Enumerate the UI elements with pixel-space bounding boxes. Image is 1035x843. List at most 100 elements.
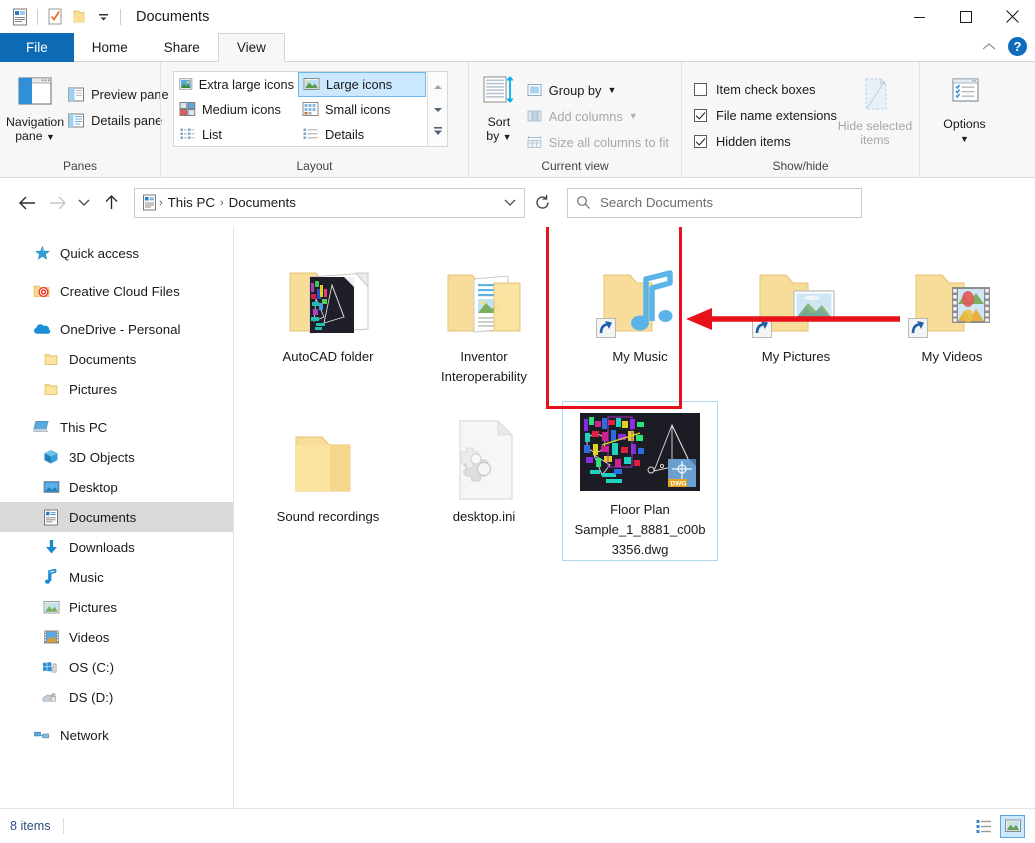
main-area: Quick access Creative Cloud Files OneDri… <box>0 227 1035 808</box>
tab-view[interactable]: View <box>217 33 285 62</box>
file-item-inventor-interoperability[interactable]: Inventor Interoperability <box>406 241 562 401</box>
address-input[interactable]: › This PC › Documents <box>134 187 525 218</box>
ribbon-tabs: File Home Share View <box>0 33 1035 62</box>
sidebar-item-onedrive-pictures[interactable]: Pictures <box>0 374 233 404</box>
file-name-extensions-label: File name extensions <box>716 107 837 123</box>
view-details[interactable]: Details <box>298 122 426 147</box>
view-medium-icons[interactable]: Medium icons <box>175 97 298 122</box>
sidebar-item-documents[interactable]: Documents <box>0 502 233 532</box>
maximize-button[interactable] <box>943 0 989 33</box>
file-name-extensions-checkbox[interactable] <box>694 108 707 122</box>
address-dropdown-icon[interactable] <box>504 194 520 212</box>
sidebar-item-os-c[interactable]: OS (C:) <box>0 652 233 682</box>
group-by-button[interactable]: Group by ▼ <box>523 77 675 103</box>
customize-qat-dropdown[interactable] <box>91 5 115 29</box>
3d-objects-icon <box>42 448 60 466</box>
options-label: Options ▼ <box>943 117 986 144</box>
sort-by-icon <box>483 76 514 103</box>
large-icons-view-button[interactable] <box>1000 814 1025 838</box>
tab-share[interactable]: Share <box>146 33 218 62</box>
documents-icon <box>42 508 60 526</box>
sidebar-item-3d-objects[interactable]: 3D Objects <box>0 442 233 472</box>
collapse-ribbon-button[interactable] <box>982 38 996 56</box>
properties-icon[interactable] <box>43 5 67 29</box>
sidebar-item-ds-d[interactable]: DS (D:) <box>0 682 233 712</box>
breadcrumb-documents[interactable]: Documents <box>226 195 299 210</box>
desktop-icon <box>42 478 60 496</box>
sort-by-button[interactable]: Sort by ▼ <box>475 69 523 144</box>
help-button[interactable]: ? <box>1008 37 1027 56</box>
file-item-floor-plan-dwg[interactable]: DWG Floor Plan Sample_1_8881_c00b3356.dw… <box>562 401 718 561</box>
details-view-button[interactable] <box>971 815 996 838</box>
details-pane-button[interactable]: Details pane <box>64 107 175 133</box>
hide-selected-items-label: Hide selected items <box>837 119 913 147</box>
size-all-columns-button[interactable]: Size all columns to fit <box>523 129 675 155</box>
add-columns-icon <box>527 110 542 122</box>
view-large-icons[interactable]: Large icons <box>298 71 426 97</box>
view-toggle-buttons <box>971 814 1025 838</box>
gallery-scroll-up-button[interactable] <box>433 77 443 95</box>
sidebar-item-this-pc[interactable]: This PC <box>0 412 233 442</box>
recent-locations-button[interactable] <box>72 188 96 218</box>
file-name: My Pictures <box>761 349 831 364</box>
hide-selected-items-icon <box>865 78 887 110</box>
hidden-items-checkbox[interactable] <box>694 134 707 148</box>
breadcrumb-separator-2[interactable]: › <box>218 197 226 209</box>
up-button[interactable] <box>96 188 126 218</box>
layout-gallery-scroll[interactable] <box>427 72 447 146</box>
ribbon-group-current-view: Sort by ▼ Group by ▼ Add columns ▼ Size … <box>468 62 681 178</box>
qat-divider-2 <box>120 8 121 25</box>
sidebar-item-creative-cloud-files[interactable]: Creative Cloud Files <box>0 276 233 306</box>
sidebar-item-downloads[interactable]: Downloads <box>0 532 233 562</box>
gallery-scroll-down-button[interactable] <box>433 100 443 118</box>
sidebar-label: Videos <box>69 629 110 645</box>
ribbon-group-layout: Extra large icons Large icons Medium ico… <box>160 62 468 178</box>
view-extra-large-icons[interactable]: Extra large icons <box>175 72 298 97</box>
file-item-desktop-ini[interactable]: desktop.ini <box>406 401 562 561</box>
window-title: Documents <box>136 8 210 25</box>
tab-home[interactable]: Home <box>74 33 146 62</box>
sidebar-item-onedrive-personal[interactable]: OneDrive - Personal <box>0 314 233 344</box>
back-button[interactable] <box>12 188 42 218</box>
sidebar-item-desktop[interactable]: Desktop <box>0 472 233 502</box>
view-list[interactable]: List <box>175 122 298 147</box>
star-icon <box>33 244 51 262</box>
item-check-boxes-row[interactable]: Item check boxes <box>692 76 837 102</box>
view-small-icons[interactable]: Small icons <box>298 97 426 122</box>
file-name-extensions-row[interactable]: File name extensions <box>692 102 837 128</box>
file-name: My Videos <box>921 349 983 364</box>
sidebar-item-pictures[interactable]: Pictures <box>0 592 233 622</box>
hide-selected-items-button[interactable]: Hide selected items <box>837 69 913 147</box>
navigation-pane-button[interactable]: Navigation pane ▼ <box>6 69 64 144</box>
tab-file[interactable]: File <box>0 33 74 62</box>
close-button[interactable] <box>989 0 1035 33</box>
add-columns-button[interactable]: Add columns ▼ <box>523 103 675 129</box>
videos-folder-icon <box>906 247 998 343</box>
file-item-sound-recordings[interactable]: Sound recordings <box>250 401 406 561</box>
breadcrumb-this-pc[interactable]: This PC <box>165 195 218 210</box>
sidebar-item-videos[interactable]: Videos <box>0 622 233 652</box>
search-input[interactable]: Search Documents <box>567 187 862 218</box>
sidebar-item-quick-access[interactable]: Quick access <box>0 238 233 268</box>
documents-icon[interactable] <box>8 5 32 29</box>
refresh-button[interactable] <box>527 188 557 218</box>
options-button[interactable]: Options ▼ <box>926 69 1003 146</box>
annotation-highlight-box <box>546 227 682 409</box>
file-item-autocad-folder[interactable]: AutoCAD folder <box>250 241 406 401</box>
hidden-items-row[interactable]: Hidden items <box>692 128 837 154</box>
small-icons-label: Small icons <box>325 101 391 117</box>
folder-icon <box>42 350 60 368</box>
item-check-boxes-checkbox[interactable] <box>694 82 707 96</box>
sidebar-item-music[interactable]: Music <box>0 562 233 592</box>
pc-icon <box>33 418 51 436</box>
gallery-expand-button[interactable] <box>433 123 443 141</box>
preview-pane-button[interactable]: Preview pane <box>64 81 175 107</box>
file-list[interactable]: AutoCAD folder Inventor Interoperability… <box>234 227 1035 808</box>
sidebar-item-network[interactable]: Network <box>0 720 233 750</box>
forward-button[interactable] <box>42 188 72 218</box>
sidebar-item-onedrive-documents[interactable]: Documents <box>0 344 233 374</box>
new-folder-icon[interactable] <box>67 5 91 29</box>
sidebar-label: Quick access <box>60 245 140 261</box>
breadcrumb-separator-1[interactable]: › <box>157 197 165 209</box>
minimize-button[interactable] <box>897 0 943 33</box>
